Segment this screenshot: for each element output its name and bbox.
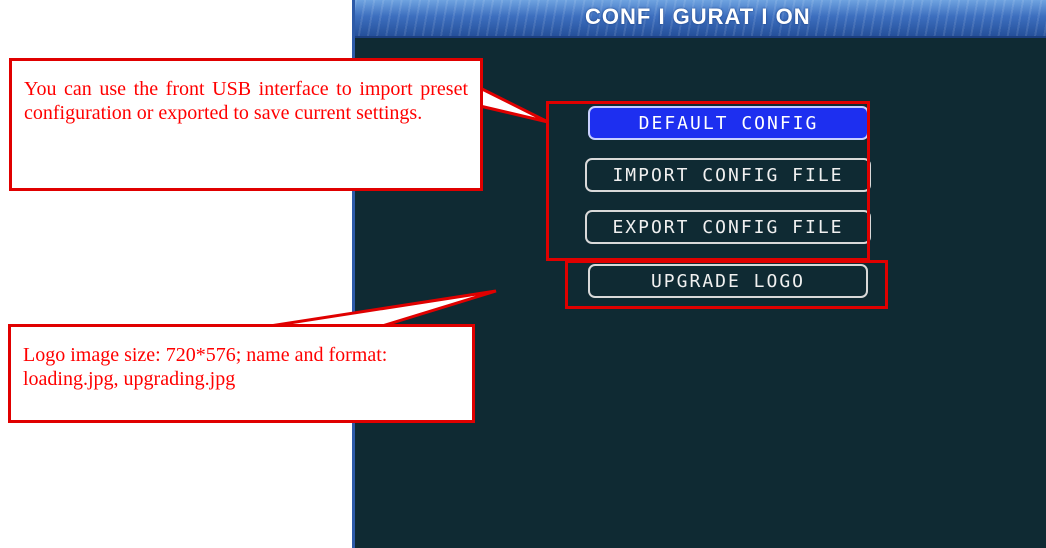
logo-format-callout: Logo image size: 720*576; name and forma… — [8, 324, 475, 423]
config-buttons-highlight — [546, 101, 870, 261]
title-bar: CONF I GURAT I ON — [355, 0, 1046, 38]
upgrade-logo-highlight — [565, 260, 888, 309]
usb-callout-text: You can use the front USB interface to i… — [24, 78, 468, 124]
usb-interface-callout: You can use the front USB interface to i… — [9, 58, 483, 191]
page-title: CONF I GURAT I ON — [585, 4, 811, 29]
logo-callout-text: Logo image size: 720*576; name and forma… — [23, 344, 388, 390]
